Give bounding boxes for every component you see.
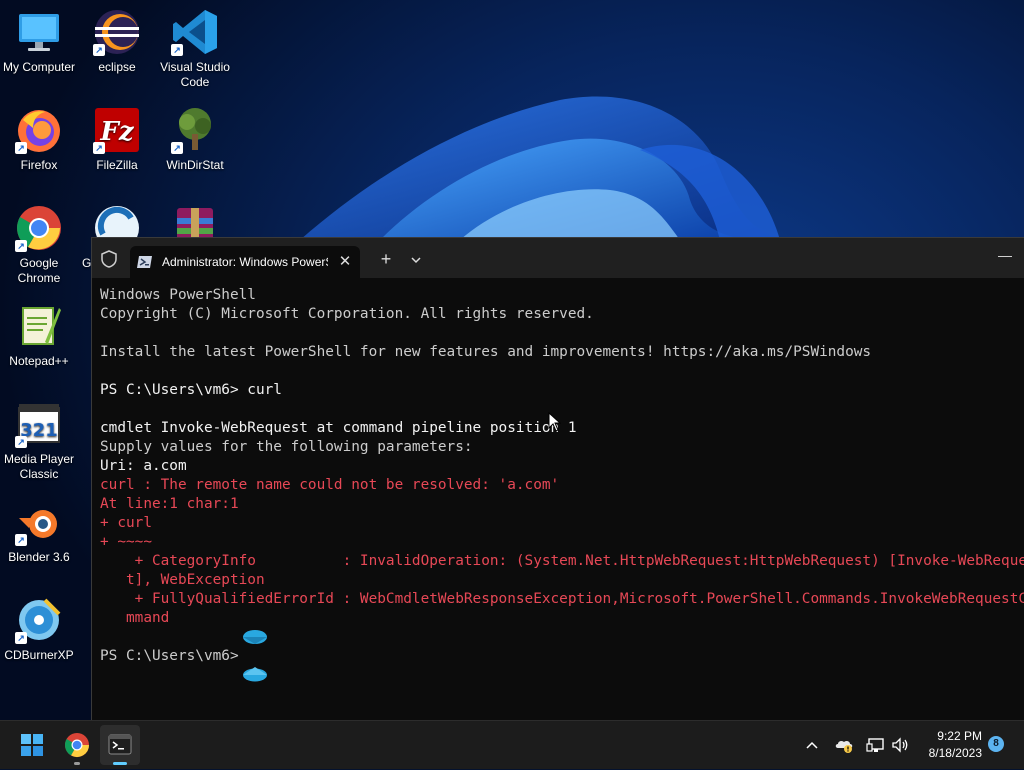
desktop-icon-media-player-classic[interactable]: 321 ↗ Media Player Classic — [0, 400, 78, 482]
desktop-icon-vscode[interactable]: ↗ Visual Studio Code — [156, 8, 234, 90]
shortcut-arrow-icon: ↗ — [171, 142, 183, 154]
desktop-icon-label: Visual Studio Code — [160, 60, 230, 89]
console-line: + curl — [100, 515, 152, 531]
desktop-icon-firefox[interactable]: ↗ Firefox — [0, 106, 78, 173]
network-icon — [866, 738, 884, 752]
desktop-icon-filezilla[interactable]: Fz ↗ FileZilla — [78, 106, 156, 173]
desktop-icon-eclipse[interactable]: ↗ eclipse — [78, 8, 156, 75]
minimize-button[interactable]: — — [990, 246, 1020, 270]
winrar-icon — [171, 204, 219, 237]
shortcut-arrow-icon: ↗ — [171, 44, 183, 56]
console-line: Supply values for the following paramete… — [100, 439, 473, 455]
console-line: + FullyQualifiedErrorId : WebCmdletWebRe… — [100, 591, 1024, 607]
desktop-icon-notepadpp[interactable]: Notepad++ — [0, 302, 78, 369]
chevron-down-icon — [411, 257, 421, 264]
taskbar-terminal-button[interactable] — [100, 725, 140, 765]
shortcut-arrow-icon: ↗ — [15, 142, 27, 154]
chevron-up-icon — [806, 741, 818, 749]
tray-overflow-button[interactable] — [802, 735, 822, 755]
active-indicator — [113, 762, 127, 765]
desktop-icon-windirstat[interactable]: ↗ WinDirStat — [156, 106, 234, 173]
vscode-icon: ↗ — [171, 8, 219, 56]
tab-close-button[interactable]: ✕ — [334, 251, 356, 273]
mouse-pointer-icon — [548, 412, 562, 432]
start-button[interactable] — [12, 725, 52, 765]
shortcut-arrow-icon: ↗ — [93, 44, 105, 56]
desktop-icon-my-computer[interactable]: My Computer — [0, 8, 78, 75]
windows-logo-icon — [21, 734, 43, 756]
onedrive-button[interactable] — [834, 735, 854, 755]
shortcut-arrow-icon: ↗ — [15, 240, 27, 252]
desktop-icon-label: Blender 3.6 — [8, 550, 70, 564]
terminal-window[interactable]: Administrator: Windows PowerShell ✕ + — … — [91, 237, 1024, 721]
new-tab-button[interactable]: + — [376, 250, 396, 270]
onedrive-warning-icon — [835, 740, 853, 753]
running-indicator — [74, 762, 80, 765]
blender-icon: ↗ — [15, 498, 63, 546]
desktop-icon-google-chrome[interactable]: ↗ Google Chrome — [0, 204, 78, 286]
tab-title: Administrator: Windows PowerShell — [162, 255, 328, 269]
console-line: mmand — [100, 610, 170, 626]
firefox-icon: ↗ — [15, 106, 63, 154]
desktop-icon-label: My Computer — [2, 60, 76, 74]
powershell-icon — [137, 256, 152, 268]
tab-powershell[interactable]: Administrator: Windows PowerShell ✕ — [130, 246, 360, 278]
shield-icon — [101, 250, 117, 268]
desktop-icon-label: WinDirStat — [166, 158, 224, 172]
taskbar: 9:22 PM 8/18/2023 8 — [0, 720, 1024, 769]
terminal-titlebar[interactable]: Administrator: Windows PowerShell ✕ + — — [92, 238, 1024, 278]
windirstat-icon: ↗ — [171, 106, 219, 154]
desktop-icon-cdburnerxp[interactable]: ↗ CDBurnerXP — [0, 596, 78, 663]
chrome-icon: ↗ — [15, 204, 63, 252]
console-line: Uri: a.com — [100, 458, 187, 474]
console-line: Copyright (C) Microsoft Corporation. All… — [100, 306, 594, 322]
desktop-icon-label: Google Chrome — [17, 256, 61, 285]
console-line: At line:1 char:1 — [100, 496, 239, 512]
network-button[interactable] — [866, 735, 886, 755]
volume-icon — [892, 737, 908, 753]
text-cursor-icon — [243, 667, 267, 682]
desktop-icon-label: Firefox — [20, 158, 58, 172]
filezilla-icon: Fz ↗ — [93, 106, 141, 154]
chrome-icon — [64, 733, 89, 758]
desktop-icon-label: FileZilla — [96, 158, 138, 172]
eclipse-icon: ↗ — [93, 8, 141, 56]
terminal-output[interactable]: Windows PowerShell Copyright (C) Microsof… — [100, 286, 1024, 716]
console-line: Install the latest PowerShell for new fe… — [100, 344, 872, 360]
console-line: cmdlet Invoke-WebRequest at command pipe… — [100, 420, 577, 436]
shortcut-arrow-icon: ↗ — [15, 436, 27, 448]
desktop-icon-label: CDBurnerXP — [4, 648, 74, 662]
taskbar-chrome-button[interactable] — [57, 725, 97, 765]
desktop-icon-label: Media Player Classic — [3, 452, 75, 481]
clock-time[interactable]: 9:22 PM — [930, 729, 982, 743]
volume-button[interactable] — [890, 735, 910, 755]
desktop-icon-label: eclipse — [98, 60, 136, 74]
notepadpp-icon — [15, 302, 63, 350]
shortcut-arrow-icon: ↗ — [15, 632, 27, 644]
console-line: PS C:\Users\vm6> — [100, 648, 239, 664]
terminal-icon — [108, 734, 132, 755]
console-line: Windows PowerShell — [100, 287, 256, 303]
cdburnerxp-icon: ↗ — [15, 596, 63, 644]
clock-date[interactable]: 8/18/2023 — [918, 746, 982, 760]
desktop-icon-label: Notepad++ — [9, 354, 69, 368]
tab-dropdown-button[interactable] — [406, 250, 426, 270]
mpc-icon: 321 ↗ — [15, 400, 63, 448]
console-line: + ~~~~ — [100, 534, 152, 550]
notification-badge[interactable]: 8 — [988, 736, 1004, 752]
shortcut-arrow-icon: ↗ — [15, 534, 27, 546]
desktop-icon-winrar[interactable] — [156, 204, 234, 241]
shortcut-arrow-icon: ↗ — [93, 142, 105, 154]
console-line: PS C:\Users\vm6> curl — [100, 382, 282, 398]
desktop-icon-blender[interactable]: ↗ Blender 3.6 — [0, 498, 78, 565]
console-line: curl : The remote name could not be reso… — [100, 477, 560, 493]
console-line: t], WebException — [100, 572, 265, 588]
monitor-icon — [15, 8, 63, 56]
text-cursor-icon — [243, 630, 267, 644]
console-line: + CategoryInfo : InvalidOperation: (Syst… — [134, 553, 1024, 569]
